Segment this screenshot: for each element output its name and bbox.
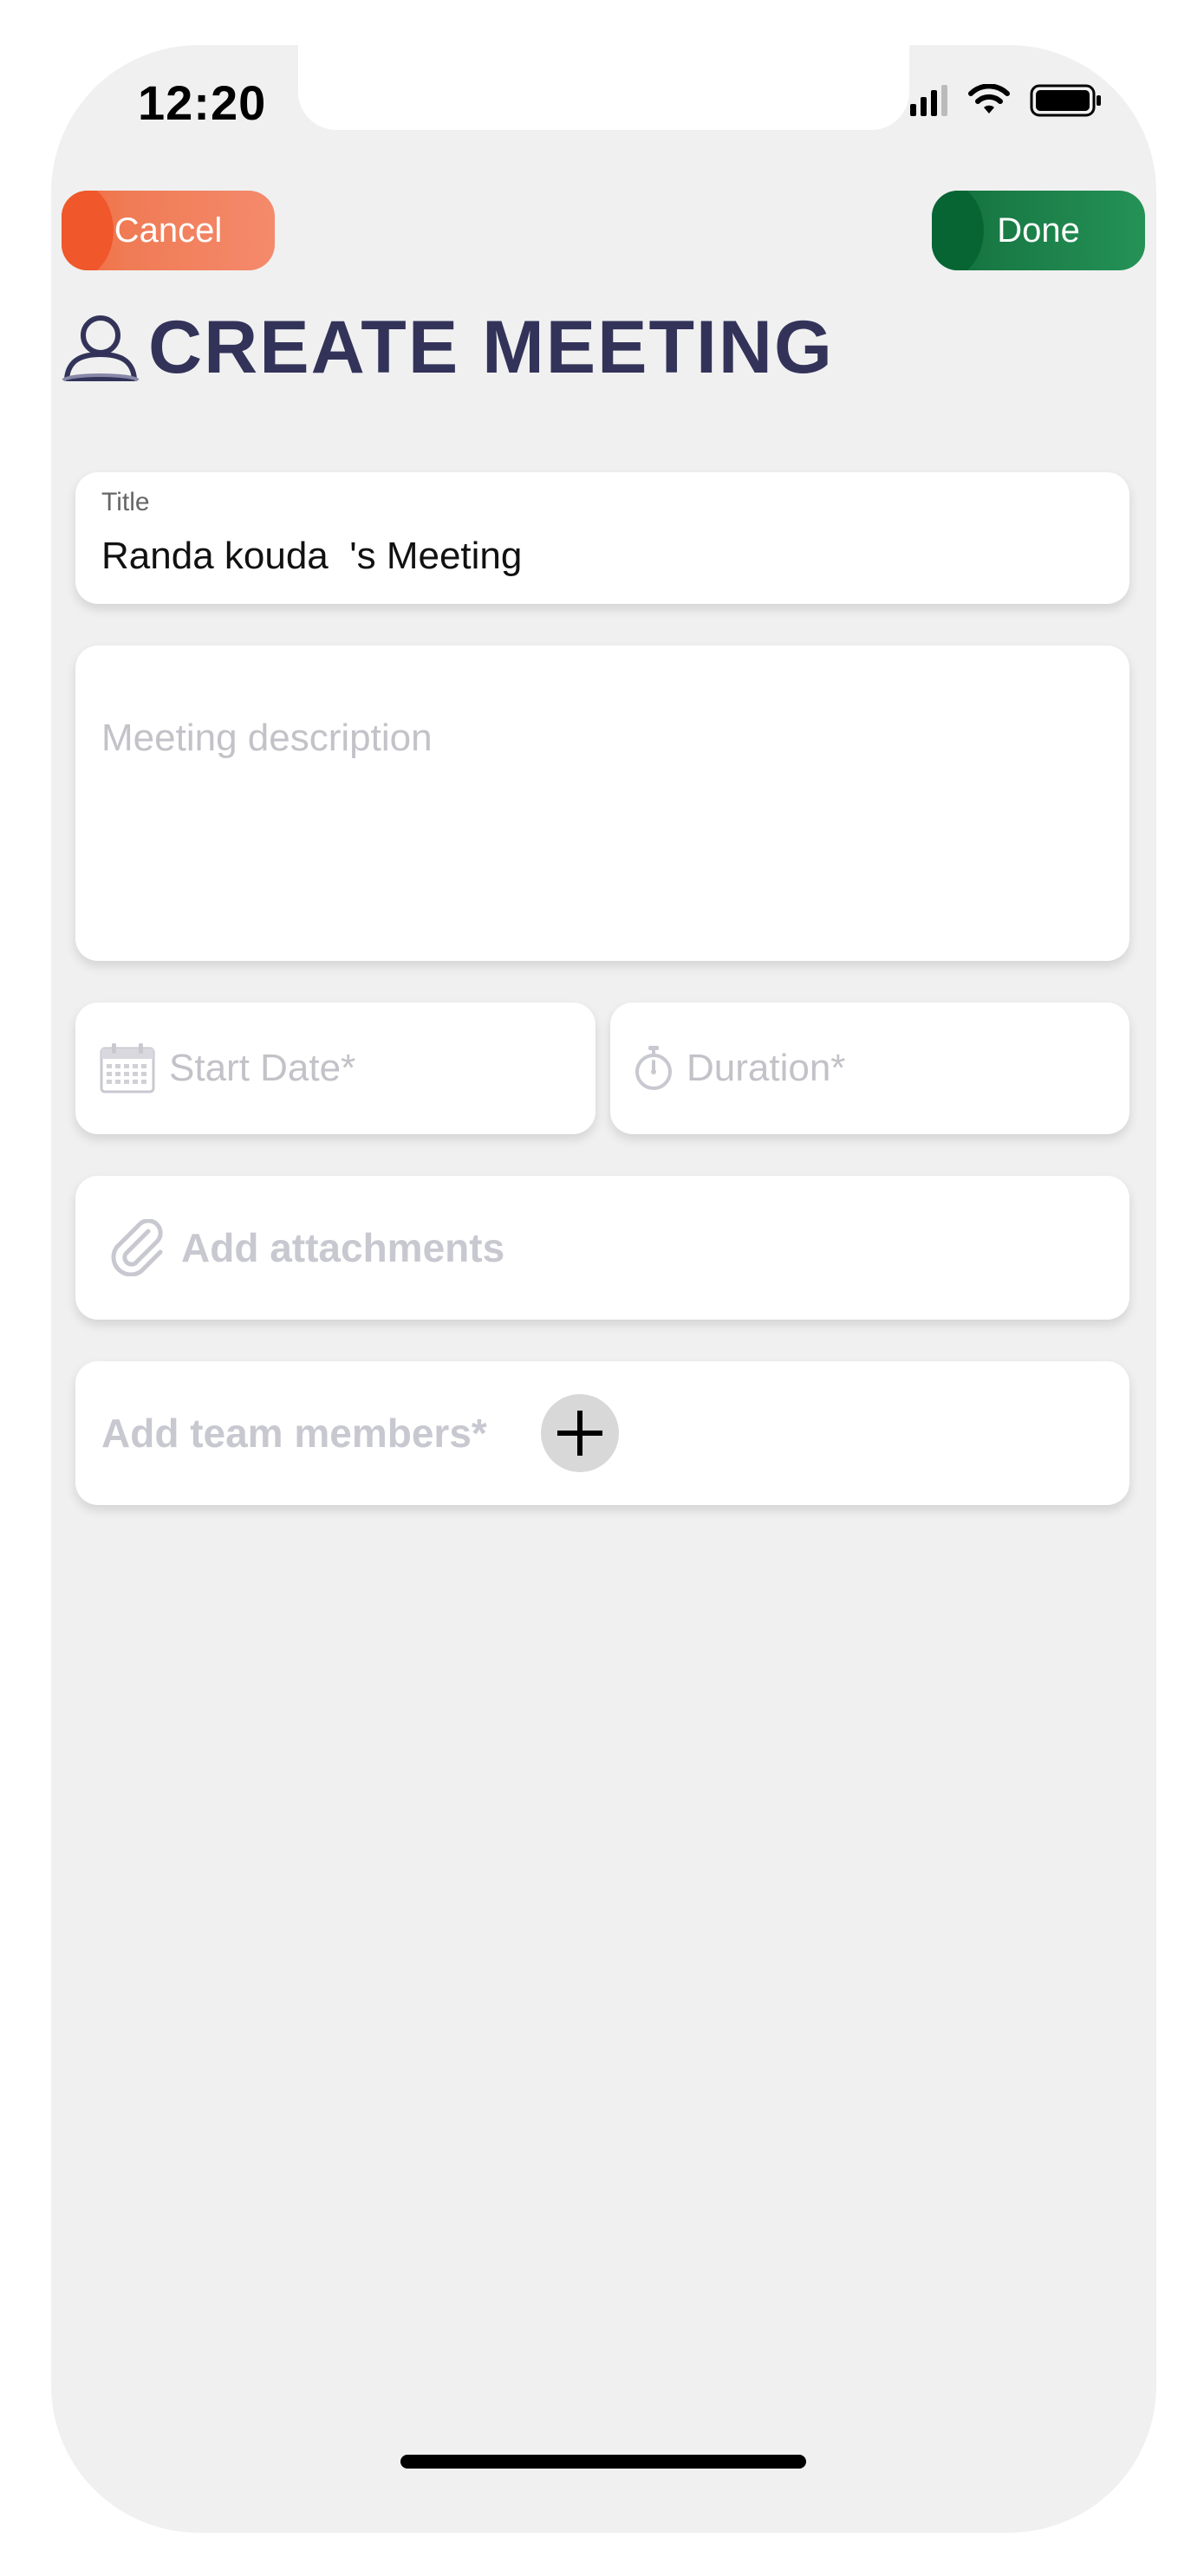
start-date-inline	[100, 1002, 535, 1134]
calendar-icon	[100, 1043, 155, 1093]
title-input[interactable]	[100, 529, 1100, 583]
team-members-field[interactable]: Add team members*	[75, 1361, 1129, 1505]
duration-field[interactable]	[610, 1002, 1129, 1134]
page-title: CREATE MEETING	[148, 306, 834, 389]
cancel-button[interactable]: Cancel	[62, 191, 275, 270]
attachments-field[interactable]: Add attachments	[75, 1176, 1129, 1320]
duration-inline	[635, 1002, 1052, 1134]
page-header: CREATE MEETING	[60, 305, 834, 391]
wifi-icon	[968, 84, 1010, 114]
start-date-field[interactable]	[75, 1002, 595, 1134]
home-indicator[interactable]	[400, 2455, 806, 2469]
notch	[298, 45, 909, 130]
done-label: Done	[997, 211, 1080, 250]
attachments-inline: Add attachments	[110, 1176, 504, 1320]
description-field[interactable]	[75, 646, 1129, 961]
add-team-member-button[interactable]	[540, 1394, 619, 1472]
user-icon	[62, 315, 140, 382]
title-field[interactable]: Title	[75, 472, 1129, 604]
attachments-label: Add attachments	[181, 1225, 505, 1270]
phone-screen: 12:20 Cancel Done CREATE MEETING Title R…	[51, 45, 1156, 2533]
start-date-input[interactable]	[167, 1046, 535, 1091]
signal-icon	[910, 85, 947, 116]
button-accent	[62, 191, 114, 270]
team-members-label: Add team members*	[101, 1411, 487, 1456]
paperclip-icon	[111, 1219, 163, 1276]
description-input[interactable]	[100, 715, 1100, 935]
status-time: 12:20	[138, 75, 267, 130]
plus-icon	[556, 1411, 602, 1456]
team-members-inline: Add team members*	[101, 1361, 619, 1505]
battery-icon	[1030, 84, 1101, 117]
status-icons	[910, 83, 1103, 118]
cancel-label: Cancel	[114, 211, 223, 250]
button-accent	[932, 191, 984, 270]
stopwatch-icon	[635, 1046, 672, 1090]
done-button[interactable]: Done	[932, 191, 1145, 270]
duration-input[interactable]	[685, 1046, 1052, 1091]
title-field-label: Title	[101, 488, 150, 516]
